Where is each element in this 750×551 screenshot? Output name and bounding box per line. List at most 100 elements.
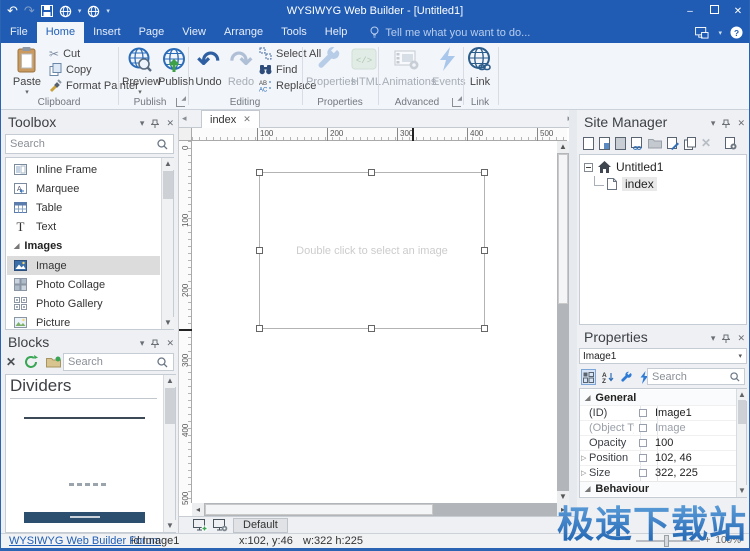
scrollbar-thumb[interactable] xyxy=(165,388,175,424)
divider-preview-bar[interactable] xyxy=(24,512,145,523)
property-section-general[interactable]: ◢ General xyxy=(580,390,736,405)
tab-help[interactable]: Help xyxy=(316,22,357,43)
property-row-object-type[interactable]: (Object Ty... Image xyxy=(580,420,736,435)
add-breakpoint-icon[interactable] xyxy=(193,519,208,532)
selection-handle[interactable] xyxy=(481,169,488,176)
document-tab-index[interactable]: index ✕ xyxy=(201,110,260,128)
advanced-dialog-launcher[interactable] xyxy=(452,98,461,107)
paste-button[interactable]: Paste ▾ xyxy=(9,45,45,96)
toolbox-item-inline-frame[interactable]: Inline Frame xyxy=(7,160,160,179)
property-value[interactable]: 322, 225 xyxy=(651,467,736,479)
toolbox-item-table[interactable]: Table xyxy=(7,198,160,217)
toolbox-scrollbar[interactable]: ▲ ▼ xyxy=(161,158,173,329)
clone-page-icon[interactable] xyxy=(684,137,696,150)
toolbox-search-input[interactable] xyxy=(6,138,157,150)
scroll-down-icon[interactable]: ▼ xyxy=(162,317,174,329)
toolbox-section-images[interactable]: ◢ Images xyxy=(7,237,160,255)
property-grid-scrollbar[interactable]: ▲ ▼ xyxy=(736,389,746,497)
scrollbar-thumb[interactable] xyxy=(738,400,746,424)
blocks-search-input[interactable] xyxy=(64,356,157,368)
blocks-close-icon[interactable]: ✕ xyxy=(166,338,174,349)
property-value[interactable]: Image1 xyxy=(651,407,736,419)
display-mode-icon[interactable] xyxy=(695,26,710,38)
tell-me-box[interactable]: Tell me what you want to do... xyxy=(370,22,530,43)
toolbox-item-photo-collage[interactable]: Photo Collage xyxy=(7,275,160,294)
blocks-delete-icon[interactable]: ✕ xyxy=(6,355,16,369)
page-canvas[interactable]: Double click to select an image xyxy=(192,141,557,503)
selection-handle[interactable] xyxy=(256,325,263,332)
blocks-refresh-icon[interactable] xyxy=(24,355,38,369)
breakpoint-default-button[interactable]: Default xyxy=(233,518,288,533)
events-button[interactable]: Events xyxy=(432,45,462,88)
property-flag[interactable] xyxy=(634,424,651,432)
tree-collapse-icon[interactable] xyxy=(584,163,593,172)
wrench-icon[interactable] xyxy=(620,371,633,384)
property-row-size[interactable]: ▷ Size 322, 225 xyxy=(580,465,736,480)
tab-scroll-left-icon[interactable]: ◂ xyxy=(182,113,187,124)
property-value[interactable]: 102, 46 xyxy=(651,452,736,464)
help-icon[interactable]: ? xyxy=(730,26,743,39)
scrollbar-thumb[interactable] xyxy=(558,154,568,304)
divider-preview-with-text[interactable] xyxy=(68,483,106,486)
html-button[interactable]: </> HTML xyxy=(351,45,377,88)
selection-handle[interactable] xyxy=(368,325,375,332)
property-flag[interactable] xyxy=(634,439,651,447)
row-expander-icon[interactable]: ▷ xyxy=(581,454,586,462)
scroll-down-icon[interactable]: ▼ xyxy=(164,520,176,532)
row-expander-icon[interactable]: ▷ xyxy=(581,469,586,477)
properties-search-input[interactable] xyxy=(648,371,730,383)
dock-splitter[interactable] xyxy=(569,110,577,533)
scroll-up-icon[interactable]: ▲ xyxy=(164,375,176,387)
divider-preview-line[interactable] xyxy=(24,417,145,419)
copy-button[interactable]: Copy xyxy=(49,62,92,77)
edit-page-icon[interactable] xyxy=(667,137,679,150)
scroll-left-icon[interactable]: ◂ xyxy=(192,503,204,516)
toolbox-close-icon[interactable]: ✕ xyxy=(166,118,174,129)
object-selector-combobox[interactable]: Image1 ▾ xyxy=(579,348,747,364)
page-link-icon[interactable] xyxy=(631,137,643,150)
blocks-menu-caret[interactable]: ▾ xyxy=(140,338,145,349)
tab-home[interactable]: Home xyxy=(37,22,84,43)
minimize-button[interactable]: – xyxy=(683,6,697,17)
properties-close-icon[interactable]: ✕ xyxy=(737,333,745,344)
close-button[interactable]: ✕ xyxy=(731,6,745,17)
selection-handle[interactable] xyxy=(256,169,263,176)
toolbox-item-text[interactable]: T Text xyxy=(7,217,160,236)
page-icon[interactable] xyxy=(615,137,626,150)
site-tree-root-row[interactable]: Untitled1 xyxy=(584,160,663,174)
find-button[interactable]: Find xyxy=(259,62,297,77)
tab-close-icon[interactable]: ✕ xyxy=(243,114,251,125)
toolbox-item-picture[interactable]: Picture xyxy=(7,313,160,332)
property-value[interactable]: 100 xyxy=(651,437,736,449)
redo-button[interactable]: ↷ Redo xyxy=(226,45,256,88)
properties-button[interactable]: Properties xyxy=(306,45,351,88)
cut-button[interactable]: ✂ Cut xyxy=(49,46,80,61)
publish-button[interactable]: Publish xyxy=(158,45,190,88)
site-manager-menu-caret[interactable]: ▾ xyxy=(711,118,716,129)
blocks-pin-icon[interactable] xyxy=(151,338,159,349)
manage-breakpoints-icon[interactable] xyxy=(213,519,228,532)
display-mode-caret[interactable]: ▾ xyxy=(718,29,722,37)
property-flag[interactable] xyxy=(634,469,651,477)
property-row-id[interactable]: (ID) Image1 xyxy=(580,405,736,420)
properties-menu-caret[interactable]: ▾ xyxy=(711,333,716,344)
canvas-vertical-scrollbar[interactable]: ▲ ▼ xyxy=(557,141,569,503)
toolbox-pin-icon[interactable] xyxy=(151,118,159,129)
tab-tools[interactable]: Tools xyxy=(272,22,316,43)
add-page-icon[interactable] xyxy=(599,137,610,150)
undo-button[interactable]: ↶ Undo xyxy=(192,45,225,88)
blocks-folder-icon[interactable] xyxy=(46,356,61,368)
toolbox-item-marquee[interactable]: A Marquee xyxy=(7,179,160,198)
property-row-position[interactable]: ▷ Position 102, 46 xyxy=(580,450,736,465)
publish-dialog-launcher[interactable] xyxy=(176,98,185,107)
maximize-button[interactable] xyxy=(707,5,721,17)
tab-insert[interactable]: Insert xyxy=(84,22,130,43)
scrollbar-thumb[interactable] xyxy=(205,504,433,515)
properties-pin-icon[interactable] xyxy=(722,333,730,344)
selection-handle[interactable] xyxy=(481,325,488,332)
scroll-up-icon[interactable]: ▲ xyxy=(162,158,174,170)
image-object-selection[interactable]: Double click to select an image xyxy=(259,172,485,329)
selection-handle[interactable] xyxy=(368,169,375,176)
new-page-icon[interactable] xyxy=(583,137,594,150)
selection-handle[interactable] xyxy=(481,247,488,254)
